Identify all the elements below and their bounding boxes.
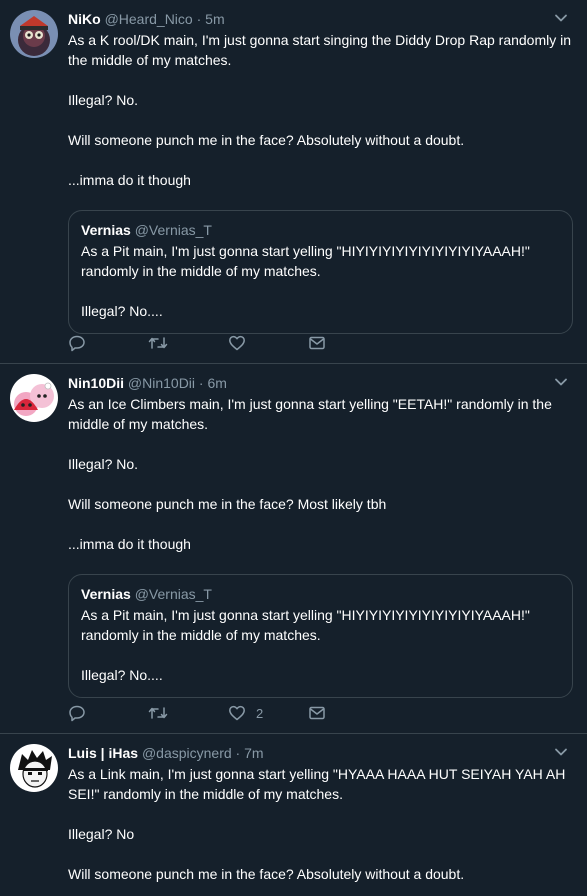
quoted-paragraph: As a Pit main, I'm just gonna start yell…	[81, 607, 530, 643]
tweet-actions: 2	[68, 703, 388, 723]
tweet-paragraph: ...imma do it though	[68, 536, 191, 552]
quoted-display-name: Vernias	[81, 586, 131, 602]
timeline: NiKo @Heard_Nico · 5m As a K rool/DK mai…	[0, 0, 587, 896]
quoted-tweet-text: As a Pit main, I'm just gonna start yell…	[81, 605, 560, 685]
retweet-button[interactable]	[148, 704, 228, 722]
tweet-header: Luis | iHas @daspicynerd · 7m	[68, 744, 573, 762]
direct-message-button[interactable]	[308, 334, 388, 352]
display-name[interactable]: Nin10Dii	[68, 375, 124, 391]
timestamp[interactable]: 5m	[205, 11, 224, 27]
avatar[interactable]	[10, 10, 58, 58]
retweet-button[interactable]	[148, 334, 228, 352]
chevron-down-icon[interactable]	[553, 744, 569, 760]
chevron-down-icon[interactable]	[553, 10, 569, 26]
quoted-tweet-text: As a Pit main, I'm just gonna start yell…	[81, 241, 560, 321]
direct-message-icon	[309, 706, 325, 720]
reply-button[interactable]	[68, 334, 148, 352]
like-button[interactable]: 2	[228, 704, 308, 722]
tweet-text: As an Ice Climbers main, I'm just gonna …	[68, 394, 573, 554]
like-button[interactable]	[228, 334, 308, 352]
reply-icon	[69, 705, 85, 722]
quoted-username: @Vernias_T	[134, 586, 212, 602]
username[interactable]: @Nin10Dii	[128, 375, 195, 391]
tweet-paragraph: As a K rool/DK main, I'm just gonna star…	[68, 32, 572, 68]
reply-icon	[69, 335, 85, 352]
quoted-tweet[interactable]: Vernias @Vernias_T As a Pit main, I'm ju…	[68, 210, 573, 334]
username[interactable]: @daspicynerd	[142, 745, 232, 761]
quoted-tweet-header: Vernias @Vernias_T	[81, 585, 560, 603]
display-name[interactable]: Luis | iHas	[68, 745, 138, 761]
timestamp[interactable]: 7m	[244, 745, 263, 761]
tweet-paragraph: As a Link main, I'm just gonna start yel…	[68, 766, 566, 802]
tweet-text: As a Link main, I'm just gonna start yel…	[68, 764, 573, 884]
separator: ·	[235, 745, 241, 761]
quoted-paragraph: Illegal? No....	[81, 303, 163, 319]
like-icon	[229, 705, 245, 721]
tweet-paragraph: Will someone punch me in the face? Absol…	[68, 866, 465, 882]
tweet-paragraph: Illegal? No.	[68, 92, 139, 108]
tweet-paragraph: Illegal? No.	[68, 456, 139, 472]
tweet-header: Nin10Dii @Nin10Dii · 6m	[68, 374, 573, 392]
username[interactable]: @Heard_Nico	[105, 11, 193, 27]
quoted-paragraph: Illegal? No....	[81, 667, 163, 683]
tweet-paragraph: Will someone punch me in the face? Most …	[68, 496, 387, 512]
quoted-display-name: Vernias	[81, 222, 131, 238]
quoted-tweet-header: Vernias @Vernias_T	[81, 221, 560, 239]
tweet[interactable]: Luis | iHas @daspicynerd · 7m As a Link …	[0, 734, 587, 896]
avatar[interactable]	[10, 374, 58, 422]
avatar[interactable]	[10, 744, 58, 792]
chevron-down-icon[interactable]	[553, 374, 569, 390]
timestamp[interactable]: 6m	[207, 375, 226, 391]
direct-message-button[interactable]	[308, 704, 388, 722]
separator: ·	[198, 375, 204, 391]
separator: ·	[196, 11, 202, 27]
retweet-icon	[148, 707, 168, 719]
like-icon	[229, 335, 245, 351]
tweet[interactable]: Nin10Dii @Nin10Dii · 6m As an Ice Climbe…	[0, 364, 587, 734]
like-count: 2	[256, 705, 264, 721]
tweet-paragraph: Illegal? No	[68, 826, 135, 842]
tweet-text: As a K rool/DK main, I'm just gonna star…	[68, 30, 573, 190]
reply-button[interactable]	[68, 704, 148, 722]
tweet-actions	[68, 333, 388, 353]
quoted-paragraph: As a Pit main, I'm just gonna start yell…	[81, 243, 530, 279]
tweet[interactable]: NiKo @Heard_Nico · 5m As a K rool/DK mai…	[0, 0, 587, 364]
tweet-paragraph: As an Ice Climbers main, I'm just gonna …	[68, 396, 552, 432]
tweet-paragraph: Will someone punch me in the face? Absol…	[68, 132, 465, 148]
retweet-icon	[148, 337, 168, 349]
display-name[interactable]: NiKo	[68, 11, 101, 27]
tweet-paragraph: ...imma do it though	[68, 172, 191, 188]
tweet-header: NiKo @Heard_Nico · 5m	[68, 10, 573, 28]
quoted-tweet[interactable]: Vernias @Vernias_T As a Pit main, I'm ju…	[68, 574, 573, 698]
direct-message-icon	[309, 336, 325, 350]
quoted-username: @Vernias_T	[134, 222, 212, 238]
